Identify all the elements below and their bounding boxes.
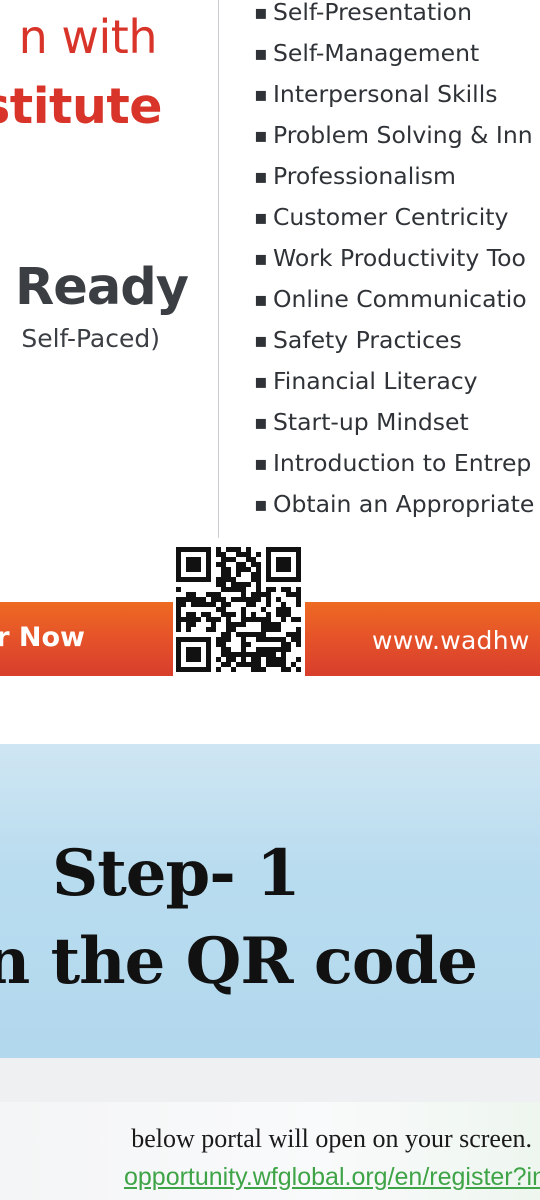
bullet-icon: ▪: [254, 0, 268, 24]
skill-item: ▪ Self-Presentation: [254, 0, 534, 33]
skill-item: ▪ Interpersonal Skills: [254, 74, 534, 115]
separator-band: [0, 1058, 540, 1102]
skill-item: ▪ Start-up Mindset: [254, 402, 534, 443]
skill-label: Start-up Mindset: [273, 408, 469, 436]
skill-label: Interpersonal Skills: [273, 80, 498, 108]
skill-label: Self-Management: [273, 39, 480, 67]
portal-url-link[interactable]: opportunity.wfglobal.org/en/register?in: [124, 1163, 540, 1192]
bullet-icon: ▪: [254, 287, 268, 311]
instruction-text: below portal will open on your screen.: [131, 1124, 532, 1153]
flyer-image: n with stitute o Ready Self-Paced) ▪Self…: [0, 0, 540, 708]
step-title: Step- 1: [52, 836, 301, 911]
skill-label: Customer Centricity: [273, 203, 509, 231]
skill-label: Work Productivity Too: [273, 244, 526, 272]
skill-item: ▪ Work Productivity Too: [254, 238, 534, 279]
column-divider: [218, 0, 219, 538]
skill-item: ▪ Safety Practices: [254, 320, 534, 361]
skills-list: ▪ Self-Presentation ▪ Self-Management ▪ Inter…: [254, 0, 534, 525]
bullet-icon: ▪: [254, 41, 268, 65]
headline-line-2: stitute: [0, 78, 162, 135]
skill-label: Professionalism: [273, 162, 456, 190]
bullet-icon: ▪: [254, 492, 268, 516]
bullet-icon: ▪: [254, 246, 268, 270]
skill-label: Obtain an Appropriate: [273, 490, 535, 518]
bullet-icon: ▪: [254, 205, 268, 229]
bullet-icon: ▪: [254, 164, 268, 188]
bullet-icon: ▪: [254, 328, 268, 352]
bullet-icon: ▪: [254, 410, 268, 434]
skill-item: ▪ Introduction to Entrep: [254, 443, 534, 484]
course-title: o Ready: [0, 258, 189, 317]
bullet-icon: ▪: [254, 369, 268, 393]
skill-item: ▪ Obtain an Appropriate: [254, 484, 534, 525]
course-mode: Self-Paced): [21, 324, 160, 353]
headline-line-1: n with: [18, 10, 158, 64]
bullet-icon: ▪: [254, 123, 268, 147]
skill-item: ▪ Online Communicatio: [254, 279, 534, 320]
skill-label: Introduction to Entrep: [273, 449, 532, 477]
skill-item: ▪ Professionalism: [254, 156, 534, 197]
skill-label: Self-Presentation: [273, 0, 472, 26]
bullet-icon: ▪: [254, 451, 268, 475]
register-now-text: r Now: [0, 622, 85, 653]
skill-item: ▪ Self-Management: [254, 33, 534, 74]
step-slide: Step- 1 n the QR code: [0, 744, 540, 1058]
website-text: www.wadhw: [372, 626, 530, 655]
slide-gap: [0, 708, 540, 744]
qr-code-icon: [173, 544, 305, 676]
skill-label: Problem Solving & Inn: [273, 121, 533, 149]
skill-label: Financial Literacy: [273, 367, 478, 395]
skill-label: Online Communicatio: [273, 285, 527, 313]
skill-item: ▪ Customer Centricity: [254, 197, 534, 238]
skill-label: Safety Practices: [273, 326, 462, 354]
skill-item: ▪ Problem Solving & Inn: [254, 115, 534, 156]
step-description: n the QR code: [0, 924, 478, 999]
skill-item: ▪ Financial Literacy: [254, 361, 534, 402]
bullet-icon: ▪: [254, 82, 268, 106]
